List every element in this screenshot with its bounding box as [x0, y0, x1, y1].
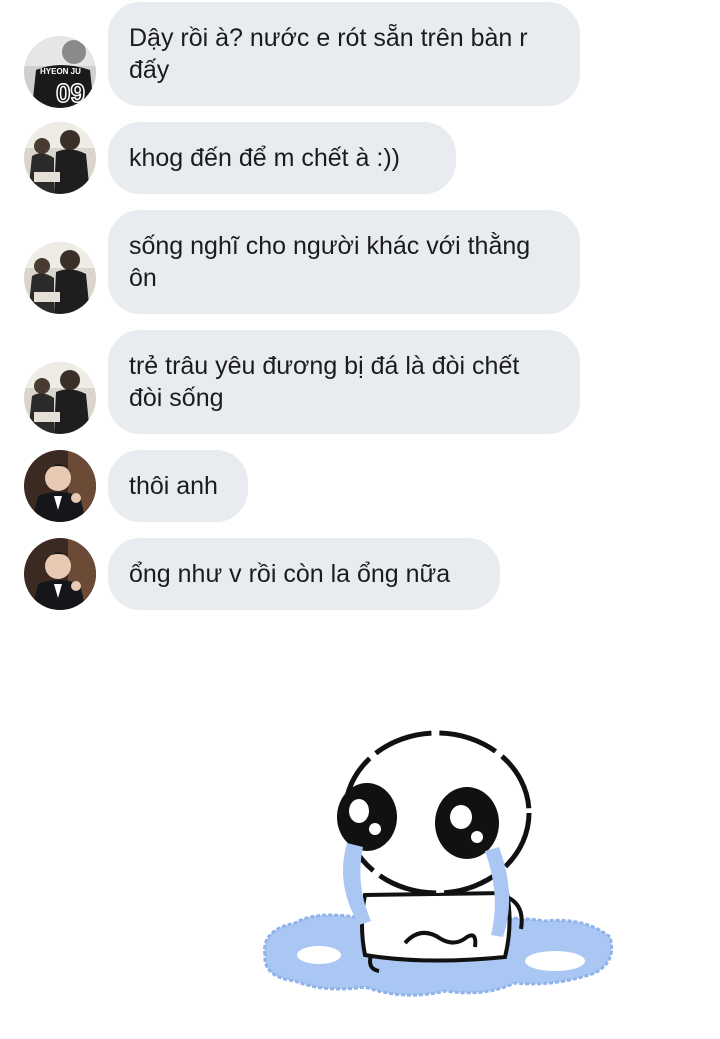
- message-text: trẻ trâu yêu đương bị đá là đòi chết đòi…: [129, 352, 520, 412]
- avatar-photo-jersey-icon: HYEON JU 09: [24, 36, 96, 108]
- message-bubble[interactable]: Dậy rồi à? nước e rót sẵn trên bàn r đấy: [108, 2, 580, 106]
- avatar[interactable]: [24, 538, 96, 610]
- avatar-photo-group-icon: [24, 122, 96, 194]
- message-bubble[interactable]: ổng như v rồi còn la ổng nữa: [108, 538, 500, 610]
- avatar[interactable]: [24, 242, 96, 314]
- avatar[interactable]: HYEON JU 09: [24, 36, 96, 108]
- jersey-text: HYEON JU: [40, 67, 81, 76]
- message-bubble[interactable]: sống nghĩ cho người khác với thằng ôn: [108, 210, 580, 314]
- svg-text:09: 09: [56, 78, 85, 108]
- avatar-photo-group-icon: [24, 242, 96, 314]
- message-text: thôi anh: [129, 472, 218, 500]
- message-text: sống nghĩ cho người khác với thằng ôn: [129, 232, 531, 292]
- message-text: ổng như v rồi còn la ổng nữa: [129, 560, 451, 588]
- avatar[interactable]: [24, 362, 96, 434]
- avatar[interactable]: [24, 450, 96, 522]
- message-text: khog đến để m chết à :)): [129, 144, 400, 172]
- avatar-photo-suit-icon: [24, 450, 96, 522]
- message-bubble[interactable]: khog đến để m chết à :)): [108, 122, 456, 194]
- crying-blob-sticker-icon: [263, 730, 614, 997]
- crying-blob-sticker[interactable]: [255, 725, 620, 1020]
- message-bubble[interactable]: trẻ trâu yêu đương bị đá là đòi chết đòi…: [108, 330, 580, 434]
- avatar-photo-suit-icon: [24, 538, 96, 610]
- avatar[interactable]: [24, 122, 96, 194]
- message-text: Dậy rồi à? nước e rót sẵn trên bàn r đấy: [129, 24, 528, 84]
- avatar-photo-group-icon: [24, 362, 96, 434]
- message-bubble[interactable]: thôi anh: [108, 450, 248, 522]
